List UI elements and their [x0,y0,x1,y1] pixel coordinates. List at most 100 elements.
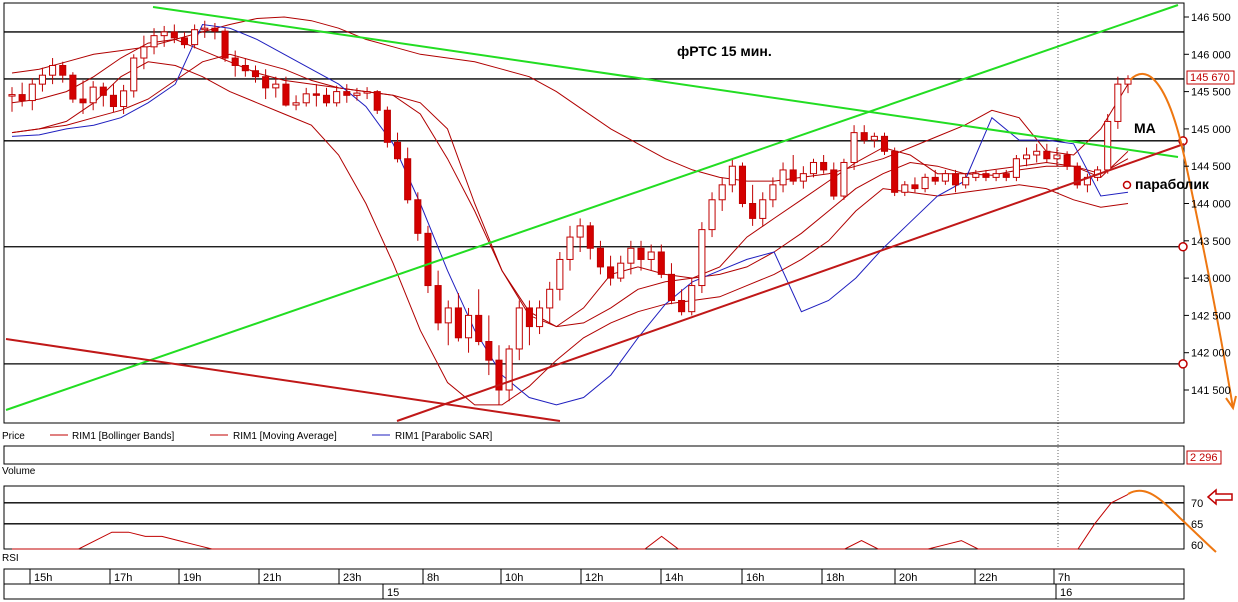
time-tick-label: 20h [899,572,917,584]
candle-body [749,203,757,219]
legend-item-sar: RIM1 [Parabolic SAR] [395,431,492,442]
candle-body [251,70,260,78]
time-tick-label: 10h [505,572,523,584]
candle-body [302,93,310,104]
candle-body [891,150,899,193]
level-marker-icon [1178,359,1188,369]
parabolic-marker-icon [1122,180,1132,190]
candle-body [1033,150,1041,156]
candle-body [1023,154,1031,160]
candle-body [485,341,493,361]
candle-body [353,92,361,96]
candle-body [272,83,280,89]
candle-body [972,173,980,178]
candle-body [424,232,432,287]
candle-body [211,27,219,32]
time-tick-label: 15h [34,572,52,584]
candle-body [99,86,107,96]
price-tick-label: 143 000 [1191,273,1231,285]
candle-body [850,132,858,163]
candle-body [393,141,402,160]
candle-body [333,91,341,104]
candle-body [820,161,828,171]
candle-body [160,31,168,37]
candle-body [698,229,706,287]
candle-body [637,247,645,260]
candle-body [89,86,97,104]
candle-body [809,161,818,175]
price-tick-label: 144 500 [1191,161,1231,173]
candle-body [576,225,584,238]
time-tick-label: 21h [263,572,281,584]
candle-body [617,262,625,279]
price-tick-label: 142 000 [1191,348,1231,360]
candle-body [170,31,178,39]
rsi-tick-label: 60 [1191,540,1203,552]
candle-body [708,199,716,231]
candle-body [515,307,523,350]
time-tick-label: 18h [826,572,844,584]
time-tick-label: 12h [585,572,603,584]
time-tick-label: 7h [1058,572,1070,584]
time-tick-label: 14h [665,572,683,584]
candle-body [201,27,209,31]
candle-body [962,176,970,186]
candle-body [1063,154,1071,167]
volume-panel-frame [3,445,1185,465]
candle-body [180,37,189,46]
candle-body [454,307,462,339]
candle-body [1002,173,1010,178]
candle-body [678,299,686,313]
annotation-parabolic: параболик [1135,176,1210,192]
candle-body [992,173,1000,178]
candle-body [789,169,797,182]
candle-body [18,94,26,102]
legend-item-ma: RIM1 [Moving Average] [233,431,337,442]
candle-body [322,94,331,104]
candle-body [363,91,371,94]
candle-body [799,173,807,182]
candle-body [536,307,544,328]
candle-body [1043,150,1051,160]
candle-body [657,251,665,275]
candle-body [596,247,604,268]
last-price-value: 145 670 [1190,72,1230,84]
candle-body [982,173,990,178]
chart-annotation-title: фРТС 15 мин. [677,43,772,59]
candle-body [465,314,473,339]
candle-body [667,273,675,301]
candle-body [769,184,777,201]
annotation-ma: MA [1134,120,1156,136]
candle-body [921,176,929,190]
candle-body [880,135,889,152]
price-tick-label: 146 500 [1191,12,1231,24]
candle-body [728,165,736,186]
candle-body [282,83,290,106]
candle-body [475,314,483,343]
legend-item-bollinger: RIM1 [Bollinger Bands] [72,431,174,442]
candle-body [414,199,422,234]
candle-body [647,251,655,260]
candle-body [901,184,909,193]
candle-body [1114,83,1122,122]
candle-body [241,64,249,72]
candle-body [951,173,960,186]
candle-body [1053,154,1061,160]
candle-body [586,225,594,249]
price-panel-frame [3,2,1185,424]
candle-body [525,307,533,328]
candle-body [931,176,939,182]
candle-body [38,74,46,85]
candle-body [262,76,270,89]
candle-body [556,258,564,290]
candle-body [69,74,77,100]
candle-body [343,91,351,96]
candle-body [120,90,128,108]
price-tick-label: 144 000 [1191,199,1231,211]
candle-body [505,348,513,391]
time-tick-label: 8h [427,572,439,584]
candle-body [566,236,574,260]
price-tick-label: 145 500 [1191,87,1231,99]
rsi-warning-arrow-icon [1206,488,1233,506]
candle-body [79,98,87,104]
